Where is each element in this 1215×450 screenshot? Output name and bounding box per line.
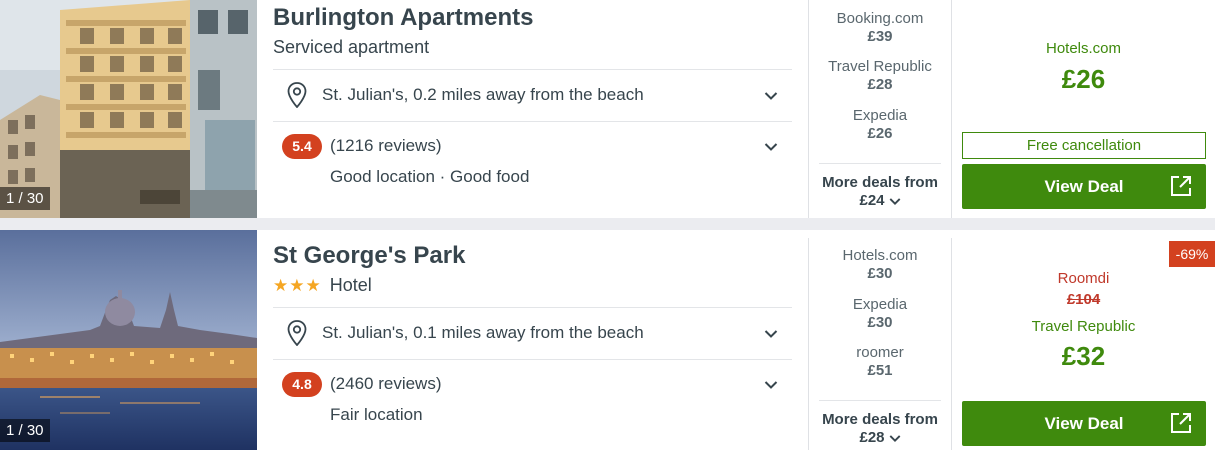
main-deal-provider: Travel Republic bbox=[1031, 318, 1136, 335]
deal-item[interactable]: Expedia £30 bbox=[809, 296, 951, 332]
deal-provider: Expedia bbox=[852, 296, 908, 313]
deal-item[interactable]: Expedia £26 bbox=[809, 107, 951, 143]
more-deals-button[interactable]: More deals from £28 bbox=[819, 400, 941, 447]
more-deals-label: More deals from bbox=[822, 411, 938, 428]
review-count: (1216 reviews) bbox=[330, 136, 442, 155]
more-deals-button[interactable]: More deals from £24 bbox=[819, 163, 941, 210]
hotel-photo[interactable]: 1 / 30 bbox=[0, 0, 257, 218]
more-deals-price: £24 bbox=[859, 192, 885, 209]
location-row[interactable]: St. Julian's, 0.1 miles away from the be… bbox=[273, 309, 792, 357]
chevron-down-icon[interactable] bbox=[764, 142, 778, 152]
location-text: St. Julian's, 0.2 miles away from the be… bbox=[322, 85, 644, 104]
photo-counter: 1 / 30 bbox=[0, 187, 50, 210]
review-highlights: Good location · Good food bbox=[330, 167, 530, 186]
main-deal-provider: Hotels.com bbox=[1045, 40, 1122, 57]
deal-price: £26 bbox=[867, 125, 893, 142]
deal-price: £51 bbox=[867, 362, 893, 379]
deal-item[interactable]: Travel Republic £28 bbox=[809, 58, 951, 94]
review-highlights: Fair location bbox=[330, 405, 423, 424]
deal-item[interactable]: roomer £51 bbox=[809, 344, 951, 380]
location-text: St. Julian's, 0.1 miles away from the be… bbox=[322, 323, 644, 342]
location-row[interactable]: St. Julian's, 0.2 miles away from the be… bbox=[273, 71, 792, 119]
deal-price: £39 bbox=[867, 28, 893, 45]
deal-item[interactable]: Booking.com £39 bbox=[809, 10, 951, 46]
accommodation-type-label: Serviced apartment bbox=[273, 37, 430, 57]
deal-price: £28 bbox=[867, 76, 893, 93]
deal-provider: Booking.com bbox=[836, 10, 924, 27]
discount-badge: -69% bbox=[1169, 241, 1215, 267]
location-pin-icon bbox=[287, 82, 307, 108]
more-deals-price: £28 bbox=[859, 429, 885, 446]
chevron-down-icon[interactable] bbox=[764, 380, 778, 390]
hotel-card: 1 / 30 Burlington Apartments Serviced ap… bbox=[0, 0, 1215, 218]
divider bbox=[273, 69, 792, 70]
old-deal-price: £104 bbox=[1066, 291, 1101, 308]
hotel-info: St George's Park ★★★ Hotel St. Julian's, … bbox=[257, 230, 808, 450]
photo-counter: 1 / 30 bbox=[0, 419, 50, 442]
deal-price: £30 bbox=[867, 265, 893, 282]
hotel-name[interactable]: Burlington Apartments bbox=[273, 4, 533, 32]
rating-badge: 5.4 bbox=[282, 134, 322, 159]
view-deal-button[interactable]: View Deal bbox=[962, 401, 1206, 446]
hotel-photo-image bbox=[0, 230, 257, 450]
chevron-down-icon bbox=[889, 197, 900, 205]
hotel-card: 1 / 30 St George's Park ★★★ Hotel St. Jul… bbox=[0, 230, 1215, 450]
rating-row[interactable]: 5.4 (1216 reviews) Good location · Good … bbox=[273, 122, 792, 202]
old-deal-provider: Roomdi bbox=[1057, 270, 1110, 287]
hotel-photo-image bbox=[0, 0, 257, 218]
other-deals: Hotels.com £30 Expedia £30 roomer £51 Mo… bbox=[809, 230, 951, 450]
external-link-icon bbox=[1171, 176, 1191, 196]
hotel-photo[interactable]: 1 / 30 bbox=[0, 230, 257, 450]
rating-row[interactable]: 4.8 (2460 reviews) Fair location bbox=[273, 360, 792, 440]
hotel-info: Burlington Apartments Serviced apartment… bbox=[257, 0, 808, 218]
deal-item[interactable]: Hotels.com £30 bbox=[809, 247, 951, 283]
other-deals: Booking.com £39 Travel Republic £28 Expe… bbox=[809, 0, 951, 218]
accommodation-type: ★★★ Hotel bbox=[273, 275, 372, 296]
accommodation-type-label: Hotel bbox=[329, 275, 372, 295]
main-deal: Hotels.com £26 Free cancellation View De… bbox=[952, 0, 1215, 218]
review-count: (2460 reviews) bbox=[330, 374, 442, 393]
chevron-down-icon[interactable] bbox=[764, 91, 778, 101]
divider bbox=[273, 307, 792, 308]
deal-provider: Travel Republic bbox=[828, 58, 932, 75]
main-deal: -69% Roomdi £104 Travel Republic £32 Vie… bbox=[952, 230, 1215, 450]
deal-provider: Hotels.com bbox=[842, 247, 918, 264]
main-deal-price[interactable]: £26 bbox=[952, 64, 1215, 95]
view-deal-button[interactable]: View Deal bbox=[962, 164, 1206, 209]
external-link-icon bbox=[1171, 413, 1191, 433]
deal-price: £30 bbox=[867, 314, 893, 331]
deal-provider: roomer bbox=[856, 344, 904, 361]
chevron-down-icon[interactable] bbox=[764, 329, 778, 339]
main-deal-price[interactable]: £32 bbox=[952, 341, 1215, 372]
location-pin-icon bbox=[287, 320, 307, 346]
rating-badge: 4.8 bbox=[282, 372, 322, 397]
star-rating: ★★★ bbox=[273, 276, 322, 295]
free-cancellation-badge: Free cancellation bbox=[962, 132, 1206, 159]
deal-provider: Expedia bbox=[852, 107, 908, 124]
more-deals-label: More deals from bbox=[822, 174, 938, 191]
accommodation-type: Serviced apartment bbox=[273, 37, 429, 58]
chevron-down-icon bbox=[889, 434, 900, 442]
hotel-name[interactable]: St George's Park bbox=[273, 242, 465, 270]
